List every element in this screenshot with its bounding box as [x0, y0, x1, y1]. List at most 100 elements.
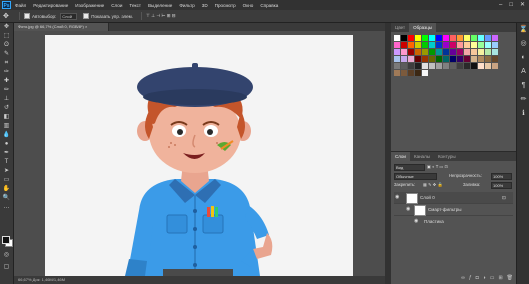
lasso-tool-icon[interactable]: ʘ — [0, 41, 13, 50]
menu-file[interactable]: Файл — [15, 3, 26, 8]
color-swatch[interactable] — [401, 42, 407, 48]
type-tool-icon[interactable]: T — [0, 158, 13, 167]
auto-select-dropdown[interactable]: Слой — [60, 12, 78, 20]
color-swatch[interactable] — [422, 35, 428, 41]
menu-layers[interactable]: Слои — [111, 3, 122, 8]
color-swatch[interactable] — [429, 63, 435, 69]
color-swatch[interactable] — [471, 63, 477, 69]
color-swatch[interactable] — [478, 63, 484, 69]
move-tool-icon[interactable]: ✥ — [0, 23, 13, 32]
marquee-tool-icon[interactable]: ⬚ — [0, 32, 13, 41]
eyedropper-tool-icon[interactable]: ✑ — [0, 68, 13, 77]
color-swatch[interactable] — [436, 63, 442, 69]
color-swatch[interactable] — [401, 35, 407, 41]
maximize-button[interactable]: □ — [509, 1, 513, 9]
color-swatch[interactable] — [471, 35, 477, 41]
color-swatch[interactable] — [443, 42, 449, 48]
path-select-tool-icon[interactable]: ➤ — [0, 167, 13, 176]
more-tools-icon[interactable]: … — [0, 203, 13, 212]
show-controls-checkbox[interactable] — [83, 13, 90, 19]
color-swatch[interactable] — [436, 42, 442, 48]
color-swatch[interactable] — [408, 35, 414, 41]
history-icon[interactable]: ⌛ — [517, 23, 529, 37]
color-swatch[interactable] — [478, 49, 484, 55]
stamp-tool-icon[interactable]: ⊥ — [0, 95, 13, 104]
foreground-color[interactable] — [2, 236, 10, 244]
color-swatch[interactable] — [394, 70, 400, 76]
blur-tool-icon[interactable]: 💧 — [0, 131, 13, 140]
color-swatch[interactable] — [457, 35, 463, 41]
link-icon[interactable]: ∞ — [461, 275, 465, 283]
color-swatch[interactable] — [485, 63, 491, 69]
layer-row[interactable]: ◉ Смарт-фильтры — [394, 204, 513, 216]
quick-mask-icon[interactable]: ◎ — [0, 251, 13, 260]
color-swatch[interactable] — [415, 56, 421, 62]
color-swatch[interactable] — [394, 35, 400, 41]
color-swatch[interactable] — [464, 35, 470, 41]
color-swatch[interactable] — [450, 63, 456, 69]
folder-icon[interactable]: ▭ — [490, 275, 495, 283]
color-swatch[interactable] — [464, 56, 470, 62]
color-swatch[interactable] — [415, 70, 421, 76]
color-swatch[interactable] — [485, 56, 491, 62]
color-swatch[interactable] — [492, 49, 498, 55]
mask-icon[interactable]: ◘ — [476, 275, 479, 283]
color-swatch[interactable] — [443, 49, 449, 55]
color-swatch[interactable] — [471, 56, 477, 62]
color-swatch[interactable] — [408, 56, 414, 62]
menu-filter[interactable]: Фильтр — [179, 3, 194, 8]
color-swatch[interactable] — [408, 63, 414, 69]
info-icon[interactable]: ℹ — [517, 107, 529, 121]
color-swatch[interactable] — [492, 35, 498, 41]
color-swatch[interactable] — [450, 56, 456, 62]
document-tab[interactable]: Фото.jpg @ 66,7% (Слой 0, RGB/8*) × — [14, 23, 109, 31]
color-swatch[interactable] — [394, 56, 400, 62]
color-swatch[interactable] — [457, 42, 463, 48]
color-swatch[interactable] — [492, 63, 498, 69]
blend-mode-dropdown[interactable]: Обычные — [394, 173, 437, 180]
close-button[interactable]: ✕ — [520, 1, 525, 9]
tab-layers[interactable]: Слои — [391, 152, 410, 161]
color-swatch[interactable] — [478, 35, 484, 41]
menu-select[interactable]: Выделение — [148, 3, 172, 8]
dodge-tool-icon[interactable]: ● — [0, 140, 13, 149]
color-swatch[interactable] — [443, 35, 449, 41]
color-swatch[interactable] — [450, 35, 456, 41]
fill-input[interactable]: 100% — [491, 182, 512, 189]
zoom-tool-icon[interactable]: 🔍 — [0, 194, 13, 203]
eraser-tool-icon[interactable]: ◧ — [0, 113, 13, 122]
properties-icon[interactable]: ◎ — [517, 37, 529, 51]
color-swatch[interactable] — [436, 56, 442, 62]
tab-swatches[interactable]: Образцы — [409, 23, 437, 32]
color-swatch[interactable] — [429, 49, 435, 55]
color-swatch[interactable] — [422, 70, 428, 76]
color-swatch[interactable] — [443, 63, 449, 69]
color-swatch[interactable] — [457, 63, 463, 69]
color-swatch[interactable] — [401, 70, 407, 76]
adjustments-icon[interactable]: ◐ — [517, 51, 529, 65]
tab-color[interactable]: Цвет — [391, 23, 409, 32]
color-swatch[interactable] — [394, 63, 400, 69]
menu-edit[interactable]: Редактирование — [33, 3, 68, 8]
layer-kind-filter[interactable]: Вид — [394, 164, 425, 171]
color-swatch[interactable] — [408, 49, 414, 55]
color-swatch[interactable] — [485, 42, 491, 48]
color-swatch[interactable] — [478, 56, 484, 62]
color-swatch[interactable] — [394, 42, 400, 48]
menu-window[interactable]: Окно — [243, 3, 254, 8]
color-swatch[interactable] — [408, 42, 414, 48]
color-swatch[interactable] — [436, 35, 442, 41]
color-swatch[interactable] — [436, 49, 442, 55]
color-swatch[interactable] — [415, 63, 421, 69]
healing-tool-icon[interactable]: ✚ — [0, 77, 13, 86]
color-swatch[interactable] — [478, 42, 484, 48]
color-swatch[interactable] — [457, 49, 463, 55]
color-swatch[interactable] — [415, 42, 421, 48]
layer-row[interactable]: ◉ Пластика — [394, 216, 513, 227]
align-icons[interactable]: ⊤ ⊥ ⊣ ⊢ ⊞ ⊟ — [146, 13, 175, 19]
color-swatch[interactable] — [485, 49, 491, 55]
menu-help[interactable]: Справка — [260, 3, 278, 8]
color-swatch[interactable] — [394, 49, 400, 55]
color-swatch[interactable] — [443, 56, 449, 62]
image-canvas[interactable] — [45, 35, 353, 276]
